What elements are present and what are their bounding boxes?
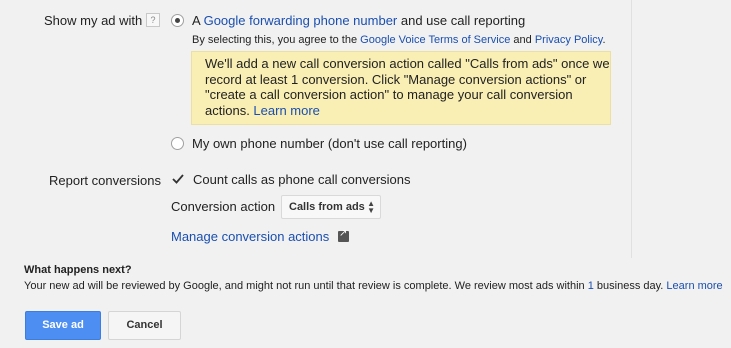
conversion-action-select[interactable]: Calls from ads ▲ ▼ (281, 195, 381, 219)
note-learn-more-link[interactable]: Learn more (253, 103, 319, 118)
panel-divider (631, 0, 632, 258)
external-link-icon[interactable] (338, 228, 349, 242)
tos-link[interactable]: Google Voice Terms of Service (360, 34, 510, 46)
count-calls-checkbox[interactable] (171, 172, 185, 186)
cancel-button[interactable]: Cancel (108, 311, 181, 340)
conversion-action-value: Calls from ads (289, 201, 365, 213)
what-next-title: What happens next? (24, 264, 132, 276)
option-forwarding-label: A Google forwarding phone number and use… (192, 13, 526, 28)
save-ad-button[interactable]: Save ad (25, 311, 101, 340)
help-icon[interactable]: ? (146, 13, 160, 27)
privacy-link[interactable]: Privacy Policy (535, 34, 603, 46)
what-next-body: Your new ad will be reviewed by Google, … (24, 280, 723, 292)
show-ad-label: Show my ad with (44, 13, 143, 28)
google-forwarding-link[interactable]: Google forwarding phone number (204, 13, 398, 28)
info-note: We'll add a new call conversion action c… (191, 51, 611, 125)
agreement-text: By selecting this, you agree to the Goog… (192, 34, 606, 46)
option-own-number-label: My own phone number (don't use call repo… (192, 136, 467, 151)
radio-own-number[interactable] (171, 137, 184, 150)
radio-forwarding-number[interactable] (171, 14, 184, 27)
next-learn-more-link[interactable]: Learn more (666, 280, 722, 292)
count-calls-label: Count calls as phone call conversions (193, 172, 411, 187)
conversion-action-label: Conversion action (171, 199, 276, 214)
manage-conversion-link[interactable]: Manage conversion actions (171, 229, 329, 244)
report-conversions-label: Report conversions (49, 173, 161, 188)
select-arrows-icon: ▲ ▼ (367, 199, 375, 215)
